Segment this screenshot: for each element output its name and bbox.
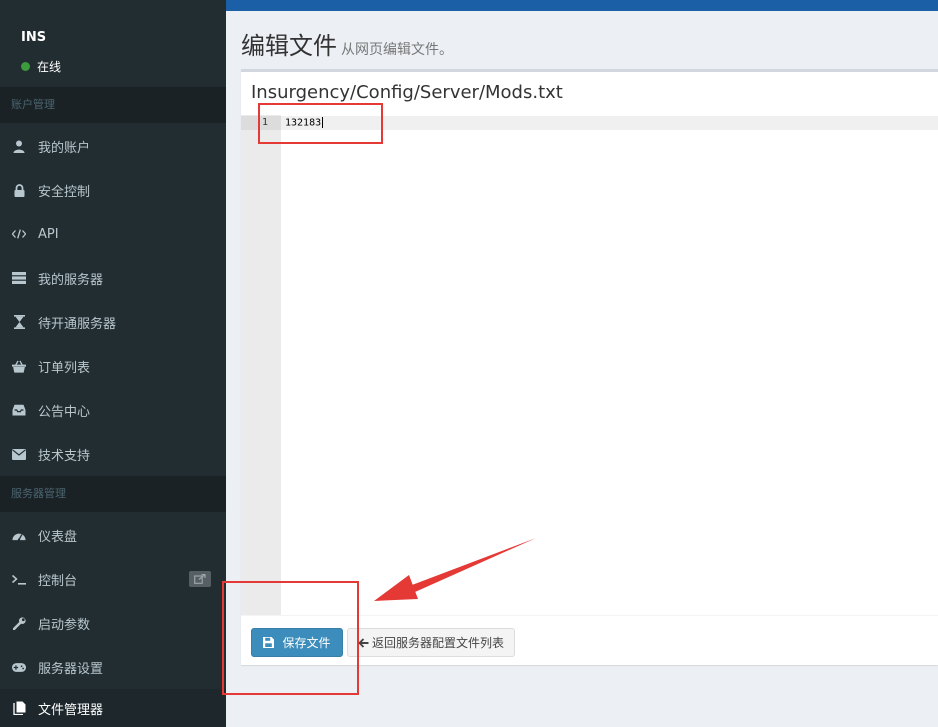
top-navbar: [226, 0, 938, 11]
annotation-highlight-code: [258, 103, 383, 144]
envelope-icon: [12, 447, 26, 461]
page-subtitle: 从网页编辑文件。: [341, 42, 453, 58]
lock-icon: [12, 183, 26, 197]
sidebar-item-label: 控制台: [38, 573, 78, 589]
file-path-title: Insurgency/Config/Server/Mods.txt: [251, 82, 563, 103]
user-status: 在线: [21, 58, 61, 75]
sidebar-item-console[interactable]: 控制台: [0, 557, 226, 601]
server-icon: [12, 271, 26, 285]
sidebar-item-label: 订单列表: [38, 360, 91, 376]
online-status-icon: [21, 62, 30, 71]
sidebar-item-dashboard[interactable]: 仪表盘: [0, 513, 226, 557]
section-header-account: 账户管理: [0, 87, 226, 123]
sidebar-item-my-account[interactable]: 我的账户: [0, 124, 226, 168]
sidebar-item-my-servers[interactable]: 我的服务器: [0, 256, 226, 300]
basket-icon: [12, 359, 26, 373]
sidebar-item-label: 公告中心: [38, 404, 91, 420]
sidebar-item-api[interactable]: API: [0, 212, 226, 256]
sidebar-item-label: 安全控制: [38, 184, 91, 200]
sidebar-item-label: 文件管理器: [38, 702, 104, 718]
editor-box: Insurgency/Config/Server/Mods.txt 1 1321…: [241, 69, 938, 665]
user-name: INS: [21, 30, 47, 45]
sidebar-item-label: 启动参数: [38, 617, 91, 633]
arrow-left-icon: [358, 637, 369, 648]
sidebar-item-announcements[interactable]: 公告中心: [0, 388, 226, 432]
hourglass-icon: [12, 315, 26, 329]
section-header-server: 服务器管理: [0, 476, 226, 512]
sidebar-item-label: 待开通服务器: [38, 316, 117, 332]
sidebar-item-server-settings[interactable]: 服务器设置: [0, 645, 226, 689]
sidebar-item-label: 仪表盘: [38, 529, 78, 545]
sidebar-item-support[interactable]: 技术支持: [0, 432, 226, 476]
user-panel: INS 在线: [0, 0, 226, 87]
annotation-arrow-icon: [374, 538, 536, 601]
line-number-gutter: [241, 115, 281, 615]
sidebar-item-file-manager[interactable]: 文件管理器: [0, 689, 226, 727]
sidebar-item-label: 我的账户: [38, 140, 91, 156]
sidebar-item-label: 服务器设置: [38, 661, 104, 677]
sidebar-item-label: 技术支持: [38, 448, 91, 464]
wrench-icon: [12, 616, 26, 630]
sidebar: INS 在线 账户管理 我的账户 安全控制 API 我的服务器 待开通服务器 订…: [0, 0, 226, 727]
inbox-icon: [12, 403, 26, 417]
sidebar-item-startup-params[interactable]: 启动参数: [0, 601, 226, 645]
code-icon: [12, 227, 26, 241]
user-icon: [12, 139, 26, 153]
code-editor[interactable]: 1 132183: [241, 115, 938, 615]
sidebar-item-orders[interactable]: 订单列表: [0, 344, 226, 388]
files-icon: [12, 701, 26, 715]
annotation-highlight-save: [222, 581, 359, 695]
gamepad-icon: [12, 660, 26, 674]
page-title: 编辑文件: [241, 32, 337, 60]
dashboard-icon: [12, 528, 26, 542]
sidebar-item-label: 我的服务器: [38, 272, 104, 288]
terminal-icon: [12, 572, 26, 586]
sidebar-item-label: API: [38, 226, 59, 242]
sidebar-item-pending-servers[interactable]: 待开通服务器: [0, 300, 226, 344]
external-link-icon[interactable]: [189, 571, 211, 587]
back-to-config-list-button[interactable]: 返回服务器配置文件列表: [347, 628, 515, 657]
back-to-config-list-label: 返回服务器配置文件列表: [371, 636, 504, 650]
user-status-label: 在线: [37, 60, 62, 74]
page-header: 编辑文件 从网页编辑文件。: [241, 26, 453, 61]
sidebar-item-security[interactable]: 安全控制: [0, 168, 226, 212]
